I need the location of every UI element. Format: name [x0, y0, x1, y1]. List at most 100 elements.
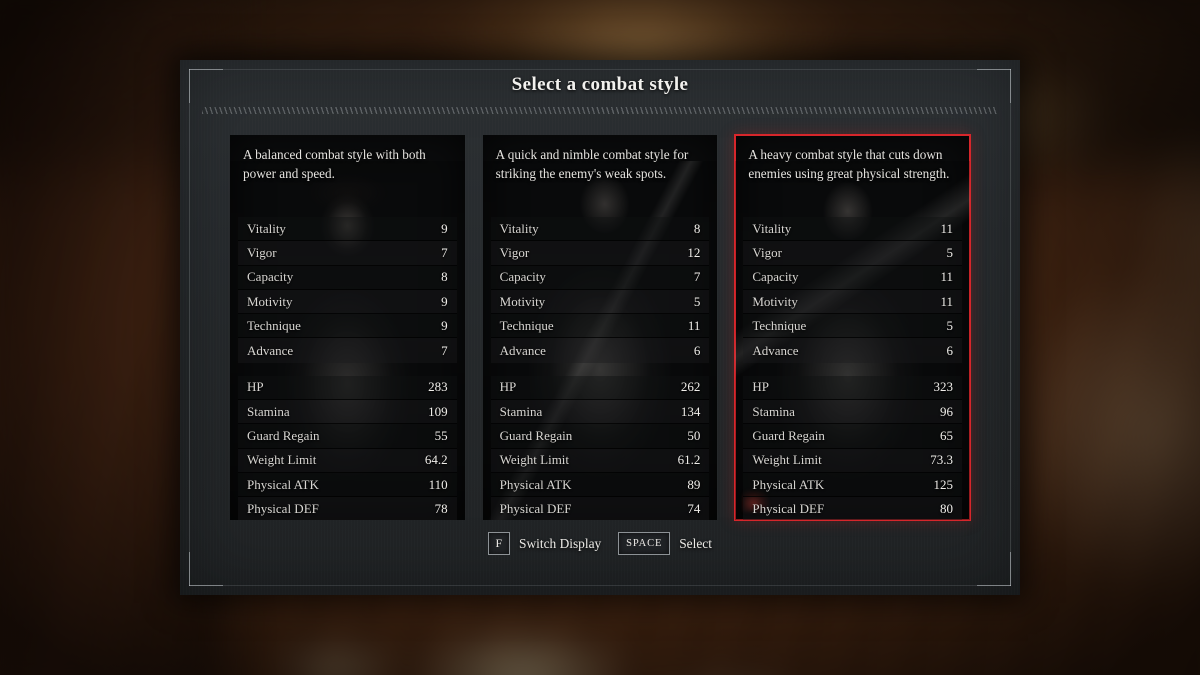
stat-value: 64.2: [424, 452, 448, 468]
stat-label: Physical ATK: [499, 476, 572, 492]
stat-row: Physical DEF 78: [238, 497, 457, 520]
stat-value: 12: [687, 244, 701, 260]
stat-value: 80: [940, 501, 954, 517]
stat-row: Technique 11: [490, 314, 710, 339]
stat-row: Weight Limit 61.2: [490, 448, 710, 473]
stat-row: Vitality 8: [490, 217, 710, 242]
combat-style-card-3[interactable]: A heavy combat style that cuts down enem…: [734, 134, 972, 521]
combat-style-card-list: A balanced combat style with both power …: [230, 134, 972, 521]
stat-row: Guard Regain 65: [743, 424, 963, 449]
stat-value: 11: [687, 317, 701, 333]
stat-label: Stamina: [499, 403, 543, 419]
stat-value: 74: [687, 501, 701, 517]
stat-row: Vigor 5: [743, 241, 963, 266]
stat-value: 6: [946, 342, 954, 358]
derived-stat-group: HP 283 Stamina 109 Guard Regain 55 Weight Limi…: [238, 375, 457, 520]
stat-value: 55: [434, 428, 448, 444]
derived-stat-group: HP 262 Stamina 134 Guard Regain 50 Weight Limi…: [490, 375, 710, 520]
stat-label: Motivity: [247, 293, 293, 309]
stat-value: 89: [687, 476, 701, 492]
stat-label: Capacity: [247, 269, 294, 285]
stat-value: 283: [428, 379, 448, 395]
stat-label: Vitality: [247, 220, 286, 236]
stat-row: Motivity 11: [743, 289, 963, 315]
stat-label: Motivity: [499, 293, 546, 309]
primary-stat-group: Vitality 11 Vigor 5 Capacity 11 Motivity 11 Tech…: [743, 217, 963, 363]
stat-value: 61.2: [677, 452, 701, 468]
stat-label: Capacity: [752, 269, 799, 285]
stat-label: Physical DEF: [247, 501, 319, 517]
stat-value: 9: [441, 220, 448, 236]
key-badge-space[interactable]: SPACE: [618, 532, 671, 555]
combat-style-card-2[interactable]: A quick and nimble combat style for stri…: [482, 135, 718, 520]
footer-hints: F Switch Display SPACE Select: [180, 532, 1020, 555]
stat-label: HP: [752, 379, 769, 395]
stat-value: 6: [693, 342, 701, 358]
stat-label: Motivity: [752, 293, 798, 309]
stat-row: HP 323: [743, 375, 963, 401]
stat-row: Motivity 9: [238, 289, 457, 315]
stat-row: HP 262: [490, 375, 710, 401]
stat-value: 11: [940, 220, 954, 236]
stat-value: 323: [933, 379, 954, 395]
stat-label: Physical DEF: [499, 501, 572, 517]
screen: Select a combat style A balanced combat …: [0, 0, 1200, 675]
stat-row: Advance 6: [743, 338, 963, 363]
dialog-title-wrap: Select a combat style: [180, 74, 1020, 96]
stat-row: Advance 6: [490, 338, 710, 363]
stat-value: 5: [946, 244, 954, 260]
stat-value: 8: [441, 269, 448, 285]
panel-guide-right: [1010, 69, 1011, 586]
stat-label: Physical DEF: [752, 501, 825, 517]
stat-value: 5: [693, 293, 701, 309]
primary-stat-group: Vitality 9 Vigor 7 Capacity 8 Motivity 9 Techniq…: [238, 217, 457, 363]
panel-guide-bottom: [189, 585, 1011, 586]
stat-value: 11: [940, 293, 954, 309]
stat-label: Stamina: [752, 403, 795, 419]
stat-label: Guard Regain: [499, 428, 573, 444]
stat-label: Vigor: [752, 244, 782, 260]
stat-value: 109: [428, 403, 448, 419]
stat-row: Capacity 8: [238, 265, 457, 290]
stat-row: Advance 7: [238, 338, 457, 363]
primary-stat-group: Vitality 8 Vigor 12 Capacity 7 Motivity 5 Techni…: [490, 217, 710, 363]
footer-hint-f[interactable]: F Switch Display: [488, 532, 601, 555]
stat-row: Physical DEF 80: [743, 497, 963, 520]
combat-style-dialog: Select a combat style A balanced combat …: [180, 60, 1020, 595]
stat-label: Capacity: [499, 269, 546, 285]
stat-label: Vigor: [499, 244, 530, 260]
key-badge-f[interactable]: F: [488, 532, 511, 555]
panel-guide-left: [189, 69, 190, 586]
stat-row: Weight Limit 73.3: [743, 448, 963, 473]
stat-value: 125: [933, 476, 954, 492]
stat-label: Vitality: [499, 220, 539, 236]
stat-label: Technique: [752, 317, 807, 333]
stat-row: Capacity 11: [743, 265, 963, 290]
stat-label: Stamina: [247, 403, 290, 419]
stat-row: Vitality 11: [743, 217, 963, 242]
stat-value: 134: [680, 403, 701, 419]
stat-value: 11: [940, 269, 954, 285]
stat-row: Vigor 12: [490, 241, 710, 266]
stat-value: 7: [693, 269, 701, 285]
stat-label: HP: [247, 379, 264, 395]
stat-row: Technique 5: [743, 314, 963, 339]
title-divider: [202, 107, 998, 114]
footer-hint-space[interactable]: SPACE Select: [618, 532, 712, 555]
combat-style-card-1[interactable]: A balanced combat style with both power …: [230, 135, 465, 520]
combat-style-description: A balanced combat style with both power …: [243, 147, 426, 181]
stat-row: Stamina 134: [490, 400, 710, 425]
stat-row: Physical ATK 89: [490, 472, 710, 498]
stat-label: Physical ATK: [752, 476, 825, 492]
stat-label: Technique: [499, 317, 554, 333]
stat-label: Weight Limit: [247, 452, 317, 468]
stat-value: 5: [946, 317, 954, 333]
stat-label: Advance: [752, 342, 799, 358]
combat-style-description: A heavy combat style that cuts down enem…: [748, 147, 950, 181]
stat-row: Vigor 7: [238, 241, 457, 266]
stat-label: Vigor: [247, 244, 277, 260]
stat-value: 78: [434, 501, 448, 517]
stat-row: Stamina 96: [743, 400, 963, 425]
stat-value: 65: [940, 428, 954, 444]
stat-label: Advance: [499, 342, 546, 358]
